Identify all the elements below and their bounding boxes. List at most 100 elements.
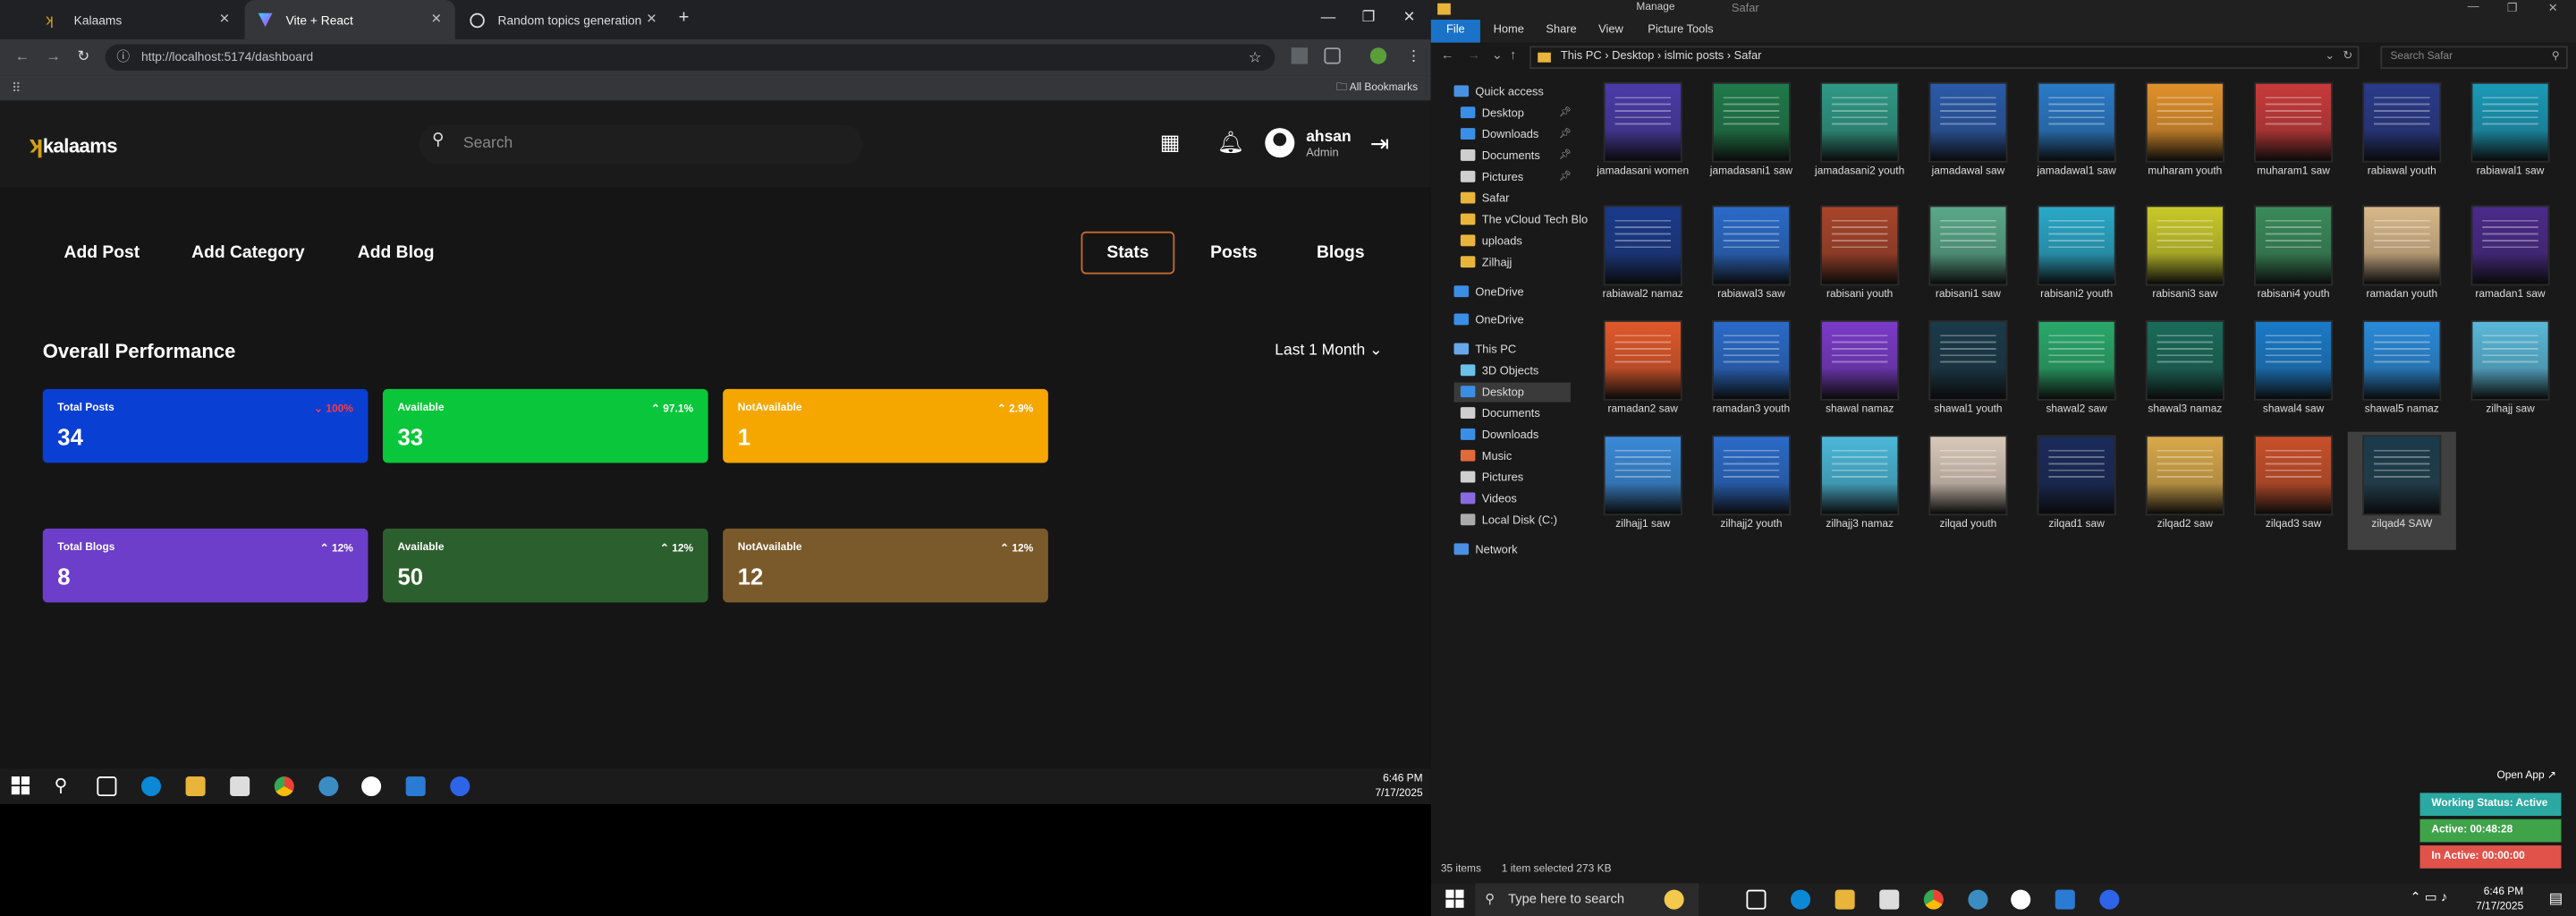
tab-blogs[interactable]: Blogs [1298,232,1384,275]
user-avatar[interactable] [1265,128,1295,158]
minimize-icon[interactable]: — [1321,8,1336,24]
windows-start-icon[interactable] [11,776,31,796]
restore-icon[interactable]: ❐ [2507,2,2518,15]
file-thumbnail[interactable]: zilhajj saw [2456,317,2564,435]
file-thumbnail[interactable]: ramadan1 saw [2456,202,2564,320]
all-bookmarks[interactable]: 🗀 All Bookmarks [1336,81,1418,98]
add-post-button[interactable]: Add Post [43,232,161,275]
store-icon[interactable] [1879,889,1900,910]
file-thumbnail[interactable]: jamadasani women [1589,79,1697,197]
chrome-icon[interactable] [274,776,294,797]
file-thumbnail[interactable]: jamadawal saw [1914,79,2022,197]
breadcrumb-islmic-posts[interactable]: islmic posts [1665,51,1724,63]
manage-tab[interactable]: Manage [1636,2,1674,13]
up-icon[interactable]: ↑ [1510,47,1516,63]
bookmark-star-icon[interactable]: ☆ [1249,45,1262,71]
tree-item[interactable]: Quick access [1453,85,1544,98]
system-tray-icons[interactable]: ⌃ ▭ ♪ [2410,890,2447,905]
tree-item[interactable]: OneDrive [1453,313,1524,327]
file-thumbnail[interactable]: zilhajj2 youth [1697,432,1805,550]
profile-avatar-icon[interactable] [1369,47,1387,64]
file-thumbnail[interactable]: rabisani3 saw [2131,202,2239,320]
github-icon[interactable] [2011,889,2031,910]
close-tab-icon[interactable]: ✕ [431,12,442,27]
ribbon-file[interactable]: File [1430,20,1480,43]
tree-item[interactable]: Desktop [1460,106,1524,120]
edge-icon[interactable] [140,776,161,797]
chrome-icon[interactable] [1923,889,1944,910]
back-icon[interactable]: ← [1441,47,1454,63]
add-category-button[interactable]: Add Category [181,232,316,275]
tab-stats[interactable]: Stats [1080,231,1175,275]
file-thumbnail[interactable]: shawal5 namaz [2348,317,2456,435]
ribbon-view[interactable]: View [1598,25,1623,37]
breadcrumb[interactable]: This PC › Desktop › islmic posts › Safar… [1530,46,2360,70]
file-thumbnail[interactable]: shawal4 saw [2239,317,2347,435]
add-blog-button[interactable]: Add Blog [338,232,453,275]
tree-item[interactable]: OneDrive [1453,285,1524,299]
ribbon-picture-tools[interactable]: Picture Tools [1648,25,1713,37]
file-thumbnail[interactable]: muharam1 saw [2239,79,2347,197]
tree-item[interactable]: Desktop [1460,386,1524,399]
apps-grid-icon[interactable]: ⠿ [12,81,21,96]
close-tab-icon[interactable]: ✕ [219,12,230,27]
close-window-icon[interactable]: ✕ [2548,2,2558,15]
tab-kalaams[interactable]: ʞ Kalaams ✕ [33,0,243,39]
address-bar[interactable]: ⓘ http://localhost:5174/dashboard ☆ [105,44,1275,71]
app-logo[interactable]: ʞkalaams [30,131,118,159]
file-thumbnail[interactable]: rabisani4 youth [2239,202,2347,320]
edge-icon[interactable] [1791,889,1811,910]
file-thumbnail[interactable]: rabiawal2 namaz [1589,202,1697,320]
file-thumbnail[interactable]: zilqad2 saw [2131,432,2239,550]
file-thumbnail[interactable]: shawal3 namaz [2131,317,2239,435]
minimize-icon[interactable]: — [2468,2,2479,13]
tree-item[interactable]: 3D Objects [1460,364,1538,377]
open-app-button[interactable]: Open App ↗ [2496,768,2555,782]
file-thumbnail[interactable]: zilqad3 saw [2239,432,2347,550]
tree-item[interactable]: Network [1453,543,1518,556]
file-thumbnail[interactable]: ramadan youth [2348,202,2456,320]
restore-icon[interactable]: ❐ [1362,8,1376,26]
back-icon[interactable]: ← [15,47,30,64]
file-thumbnail[interactable]: zilhajj3 namaz [1806,432,1914,550]
file-thumbnail[interactable]: rabiawal youth [2348,79,2456,197]
file-thumbnail[interactable]: muharam youth [2131,79,2239,197]
windows-start-icon[interactable] [1445,889,1465,910]
notification-icon[interactable]: ▤ [2549,890,2563,908]
vscode-blue-icon[interactable] [1968,889,1988,910]
reload-icon[interactable]: ↻ [77,47,89,65]
search-field[interactable]: ⚲ Search [419,124,863,165]
task-view-icon[interactable] [1746,889,1767,910]
tree-item[interactable]: Safar [1460,191,1509,205]
search-safar-input[interactable]: Search Safar ⚲ [2380,46,2568,70]
search-icon[interactable]: ⚲ [55,776,74,796]
tree-item[interactable]: Downloads [1460,128,1538,141]
logout-icon[interactable]: ⇥ [1370,130,1390,157]
extensions-puzzle-icon[interactable] [1324,47,1341,64]
tree-item[interactable]: uploads [1460,234,1522,248]
tab-random-topics[interactable]: Random topics generation ✕ [457,0,671,39]
file-thumbnail[interactable]: rabisani1 saw [1914,202,2022,320]
tree-item[interactable]: Videos [1460,492,1517,505]
ribbon-share[interactable]: Share [1546,25,1576,37]
vscode-icon[interactable] [2055,889,2075,910]
file-thumbnail[interactable]: zilqad4 SAW [2347,431,2456,550]
store-icon[interactable] [230,776,250,797]
file-thumbnail[interactable]: shawal1 youth [1914,317,2022,435]
breadcrumb-safar[interactable]: Safar [1734,51,1762,63]
file-thumbnail[interactable]: jamadawal1 saw [2022,79,2131,197]
file-thumbnail[interactable]: zilhajj1 saw [1589,432,1697,550]
tree-item[interactable]: Pictures [1460,471,1523,484]
ribbon-home[interactable]: Home [1494,25,1524,37]
tree-item[interactable]: Documents [1460,407,1540,420]
refresh-icon[interactable]: ↻ [2343,47,2352,67]
forward-icon[interactable]: → [46,47,61,64]
file-thumbnail[interactable]: shawal2 saw [2022,317,2131,435]
file-thumbnail[interactable]: zilqad1 saw [2022,432,2131,550]
github-icon[interactable] [361,776,382,797]
file-thumbnail[interactable]: jamadasani2 youth [1806,79,1914,197]
file-thumbnail[interactable]: shawal namaz [1806,317,1914,435]
chevron-down-icon[interactable]: ⌄ [2325,47,2334,67]
tree-item[interactable]: Pictures [1460,170,1523,184]
file-thumbnail[interactable]: rabisani youth [1806,202,1914,320]
